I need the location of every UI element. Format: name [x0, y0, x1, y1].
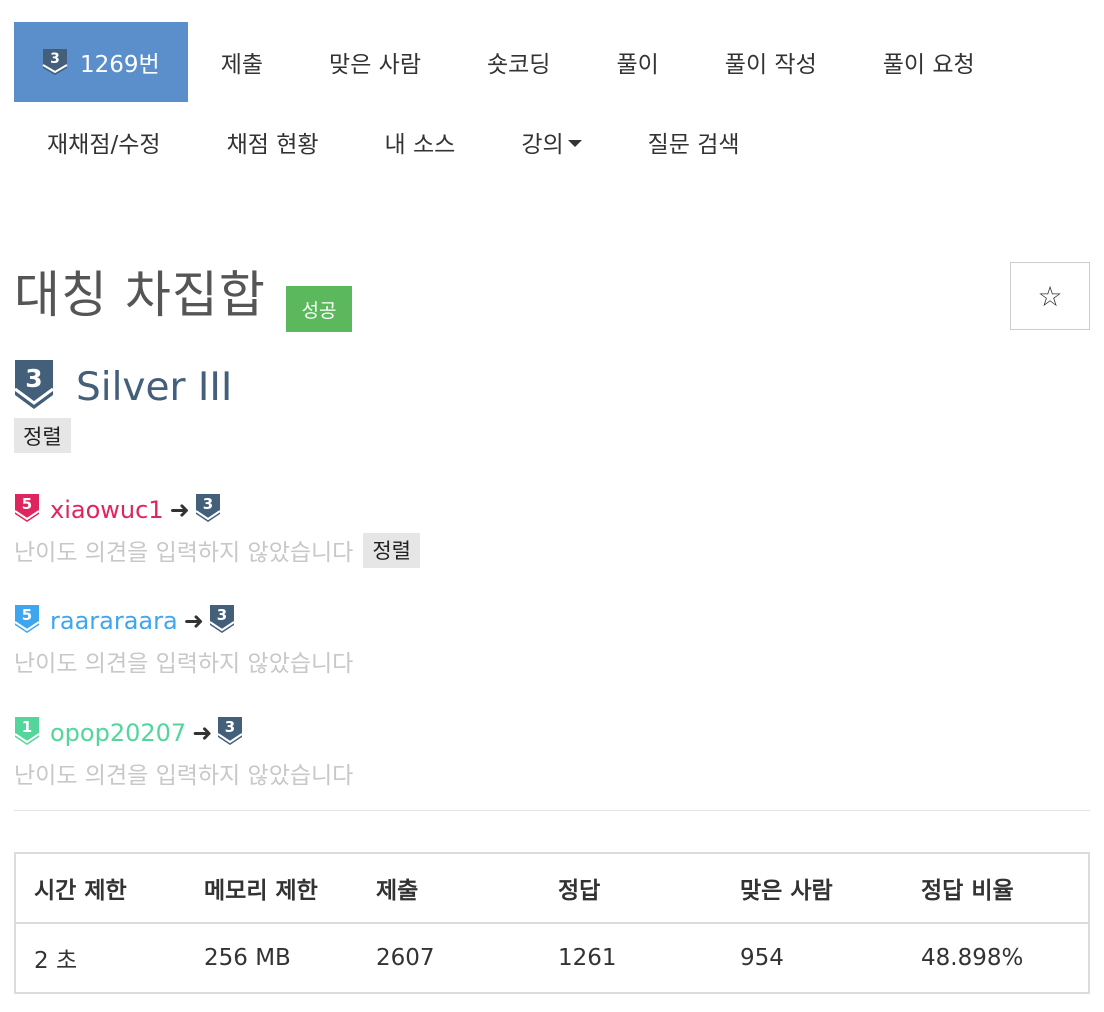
- tab-my-source[interactable]: 내 소스: [352, 102, 489, 182]
- ruby-tier-icon: 5: [14, 493, 40, 527]
- col-accepted: 정답: [540, 853, 722, 924]
- difficulty-opinion: 5 xiaowuc1 ➜ 3 난이도 의견을 입력하지 않았습니다 정렬: [14, 492, 420, 570]
- opinion-user[interactable]: opop20207: [50, 719, 186, 747]
- cell-memory-limit: 256 MB: [204, 945, 291, 971]
- opinion-text: 난이도 의견을 입력하지 않았습니다: [14, 651, 354, 677]
- tab-question-search-label: 질문 검색: [647, 132, 740, 158]
- page-title: 대칭 차집합: [14, 266, 266, 324]
- tab-my-source-label: 내 소스: [384, 132, 456, 158]
- tab-lectures[interactable]: 강의: [488, 102, 614, 182]
- table-header-row: 시간 제한 메모리 제한 제출 정답 맞은 사람 정답 비율: [15, 853, 1089, 924]
- problem-info-table: 시간 제한 메모리 제한 제출 정답 맞은 사람 정답 비율 2 초 256 M…: [14, 852, 1090, 994]
- tab-accepted-users-label: 맞은 사람: [329, 52, 421, 78]
- status-badge: 성공: [286, 286, 352, 332]
- silver-tier-icon: 3: [209, 604, 235, 638]
- tab-short-coding[interactable]: 숏코딩: [454, 22, 583, 102]
- tab-problem-label: 1269번: [80, 52, 160, 78]
- tab-solutions-label: 풀이: [616, 52, 659, 78]
- tab-accepted-users[interactable]: 맞은 사람: [296, 22, 454, 102]
- star-icon: ☆: [1037, 279, 1063, 313]
- tab-write-solution-label: 풀이 작성: [724, 52, 817, 78]
- tab-write-solution[interactable]: 풀이 작성: [692, 22, 850, 102]
- favorite-star-button[interactable]: ☆: [1010, 262, 1090, 330]
- table-body: 2 초 256 MB 2607 1261 954 48.898%: [15, 923, 1089, 993]
- table-header: 시간 제한 메모리 제한 제출 정답 맞은 사람 정답 비율: [15, 853, 1089, 924]
- caret-down-icon: [567, 139, 582, 147]
- silver-tier-icon: 3: [42, 48, 68, 76]
- problem-header: 대칭 차집합 성공 ☆: [14, 262, 1090, 332]
- tab-submit[interactable]: 제출: [188, 22, 296, 102]
- opinion-user[interactable]: raararaara: [50, 607, 178, 635]
- algorithm-tag[interactable]: 정렬: [14, 418, 71, 453]
- tab-rejudge[interactable]: 재채점/수정: [14, 102, 194, 182]
- svg-text:3: 3: [25, 364, 42, 393]
- tab-request-solution[interactable]: 풀이 요청: [850, 22, 1008, 102]
- tier-label[interactable]: Silver III: [76, 365, 232, 410]
- problem-nav: 3 1269번 제출 맞은 사람 숏코딩 풀이 풀이 작성 풀이 요청 재채점/…: [14, 22, 1090, 182]
- opinion-text-row: 난이도 의견을 입력하지 않았습니다: [14, 753, 353, 793]
- tab-rejudge-label: 재채점/수정: [47, 132, 161, 158]
- svg-text:3: 3: [217, 606, 227, 624]
- silver-tier-icon: 3: [217, 716, 243, 750]
- tab-judge-status-label: 채점 현황: [226, 132, 319, 158]
- tab-lectures-label: 강의: [521, 132, 564, 158]
- difficulty-opinion: 5 raararaara ➜ 3 난이도 의견을 입력하지 않았습니다: [14, 603, 353, 681]
- tab-problem[interactable]: 3 1269번: [14, 22, 188, 102]
- cell-time-limit: 2 초: [34, 948, 78, 974]
- opinion-header: 1 opop20207 ➜ 3: [14, 715, 353, 751]
- platinum-tier-icon: 1: [14, 716, 40, 750]
- difficulty-opinion: 1 opop20207 ➜ 3 난이도 의견을 입력하지 않았습니다: [14, 715, 353, 793]
- svg-text:3: 3: [202, 495, 212, 513]
- opinion-user[interactable]: xiaowuc1: [50, 496, 164, 524]
- col-submissions: 제출: [358, 853, 540, 924]
- arrow-right-icon: ➜: [183, 607, 204, 635]
- col-time-limit: 시간 제한: [15, 853, 186, 924]
- col-solved-users: 맞은 사람: [722, 853, 903, 924]
- opinion-header: 5 xiaowuc1 ➜ 3: [14, 492, 420, 528]
- cell-solved-users: 954: [740, 945, 784, 971]
- arrow-right-icon: ➜: [192, 719, 213, 747]
- tab-question-search[interactable]: 질문 검색: [615, 102, 773, 182]
- tab-request-solution-label: 풀이 요청: [882, 52, 975, 78]
- nav-row-1: 3 1269번 제출 맞은 사람 숏코딩 풀이 풀이 작성 풀이 요청: [14, 22, 1090, 102]
- col-memory-limit: 메모리 제한: [186, 853, 358, 924]
- tab-solutions[interactable]: 풀이: [583, 22, 691, 102]
- opinion-text: 난이도 의견을 입력하지 않았습니다: [14, 540, 354, 566]
- cell-submissions: 2607: [376, 945, 435, 971]
- tab-judge-status[interactable]: 채점 현황: [194, 102, 352, 182]
- tier-display: 3 Silver III: [14, 360, 232, 414]
- silver-tier-icon: 3: [195, 493, 221, 527]
- opinion-text-row: 난이도 의견을 입력하지 않았습니다: [14, 641, 353, 681]
- svg-text:5: 5: [22, 495, 32, 513]
- tab-short-coding-label: 숏코딩: [486, 52, 551, 78]
- nav-row-2: 재채점/수정 채점 현황 내 소스 강의 질문 검색: [14, 102, 1090, 182]
- opinion-header: 5 raararaara ➜ 3: [14, 603, 353, 639]
- svg-text:3: 3: [50, 51, 60, 67]
- arrow-right-icon: ➜: [169, 496, 190, 524]
- table-row: 2 초 256 MB 2607 1261 954 48.898%: [15, 923, 1089, 993]
- svg-text:5: 5: [22, 606, 32, 624]
- divider: [14, 810, 1090, 811]
- algorithm-tag[interactable]: 정렬: [363, 532, 420, 568]
- cell-accept-ratio: 48.898%: [921, 945, 1024, 971]
- opinion-text-row: 난이도 의견을 입력하지 않았습니다 정렬: [14, 530, 420, 570]
- tab-submit-label: 제출: [220, 52, 264, 78]
- diamond-tier-icon: 5: [14, 604, 40, 638]
- svg-text:3: 3: [225, 718, 235, 736]
- cell-accepted: 1261: [558, 945, 617, 971]
- silver-tier-icon: 3: [14, 359, 54, 415]
- svg-text:1: 1: [22, 718, 32, 736]
- col-accept-ratio: 정답 비율: [903, 853, 1089, 924]
- opinion-text: 난이도 의견을 입력하지 않았습니다: [14, 763, 354, 789]
